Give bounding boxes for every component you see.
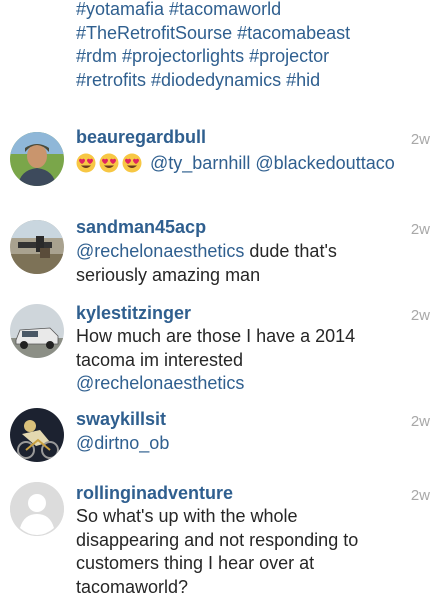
- hashtag-line[interactable]: #yotamafia #tacomaworld: [76, 0, 426, 22]
- comment-timestamp: 2w: [410, 487, 430, 504]
- comment-text-fragment: dude that's: [244, 241, 337, 261]
- comment-text: So what's up with the whole disappearing…: [76, 505, 416, 599]
- hashtag-line[interactable]: #TheRetrofitSourse #tacomabeast: [76, 22, 426, 46]
- comment-text-line: tacomaworld?: [76, 576, 189, 597]
- comment-username[interactable]: swaykillsit: [76, 408, 166, 431]
- heart-eyes-emoji-icon: [99, 153, 119, 173]
- mention-link[interactable]: @rechelonaesthetics: [76, 241, 244, 261]
- comment-text: @rechelonaesthetics dude that's seriousl…: [76, 240, 416, 287]
- avatar[interactable]: [10, 304, 64, 358]
- hashtag-line[interactable]: #retrofits #diodedynamics #hid: [76, 69, 426, 93]
- comment-username[interactable]: sandman45acp: [76, 216, 206, 239]
- hashtag-line[interactable]: #rdm #projectorlights #projector: [76, 45, 426, 69]
- comment-timestamp: 2w: [410, 221, 430, 238]
- mention-link[interactable]: @rechelonaesthetics: [76, 373, 244, 393]
- caption-hashtags: #yotamafia #tacomaworld #TheRetrofitSour…: [76, 0, 426, 92]
- comment-text: How much are those I have a 2014 tacoma …: [76, 325, 416, 396]
- comment-timestamp: 2w: [410, 307, 430, 324]
- comment-text: @dirtno_ob: [76, 432, 416, 456]
- comment-timestamp: 2w: [410, 131, 430, 148]
- comment-timestamp: 2w: [410, 413, 430, 430]
- comment-text: @ty_barnhill @blackedouttaco: [76, 152, 416, 176]
- comment-text-line: seriously amazing man: [76, 264, 261, 285]
- heart-eyes-emoji-icon: [76, 153, 96, 173]
- default-user-icon[interactable]: [10, 482, 64, 536]
- avatar[interactable]: [10, 408, 64, 462]
- mention-link[interactable]: @dirtno_ob: [76, 433, 169, 453]
- comment-username[interactable]: kylestitzinger: [76, 302, 191, 325]
- mention-link[interactable]: @ty_barnhill: [150, 153, 250, 173]
- avatar[interactable]: [10, 220, 64, 274]
- comment-text-line: tacoma im interested: [76, 349, 244, 370]
- heart-eyes-emoji-icon: [122, 153, 142, 173]
- avatar[interactable]: [10, 132, 64, 186]
- comment-text-line: disappearing and not responding to: [76, 529, 359, 550]
- comment-username[interactable]: rollinginadventure: [76, 482, 233, 505]
- comment-username[interactable]: beauregardbull: [76, 126, 206, 149]
- comment-text-line: So what's up with the whole: [76, 506, 298, 526]
- comment-text-line: customers thing I hear over at: [76, 553, 315, 573]
- comment-text-line: How much are those I have a 2014: [76, 326, 356, 346]
- mention-link[interactable]: @blackedouttaco: [255, 153, 394, 173]
